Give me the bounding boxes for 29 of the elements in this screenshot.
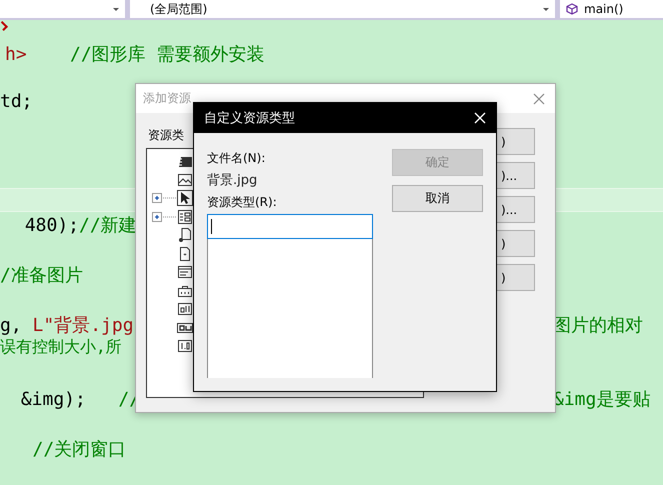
dialog-title: 添加资源 (143, 90, 191, 107)
dialog-title: 自定义资源类型 (204, 110, 295, 127)
code-comment: 误有控制大小,所 (0, 336, 122, 358)
marker-icon (0, 21, 8, 31)
dialog-button[interactable]: 取消 (392, 185, 483, 212)
document-icon (177, 246, 193, 262)
caret-icon (113, 8, 119, 11)
code-comment: //关闭窗口 (32, 438, 126, 461)
code-text: td; (0, 90, 33, 112)
picture-icon (177, 172, 193, 188)
document-icon (177, 227, 193, 244)
code-comment: //图形库 需要额外安装 (69, 43, 265, 66)
input-field[interactable] (207, 214, 373, 239)
cube-icon (566, 3, 578, 15)
field-label: 文件名(N): (207, 150, 266, 166)
code-text: g, (0, 314, 23, 336)
code-token: L"背景.jpg (32, 314, 134, 337)
file-name: 背景.jpg (207, 172, 258, 190)
expand-icon[interactable] (152, 193, 176, 204)
expand-icon[interactable] (152, 212, 176, 222)
code-token: h> (5, 44, 27, 64)
code-comment: /准备图片 (0, 264, 83, 287)
cursor-icon (177, 190, 193, 206)
field-label: 资源类 (148, 127, 185, 144)
caret-icon (543, 8, 549, 11)
field-label: 资源类型(R): (207, 194, 278, 210)
code-text: 480); (24, 214, 80, 236)
code-comment: //新建 (79, 214, 137, 237)
code-text: &img); (20, 388, 87, 410)
